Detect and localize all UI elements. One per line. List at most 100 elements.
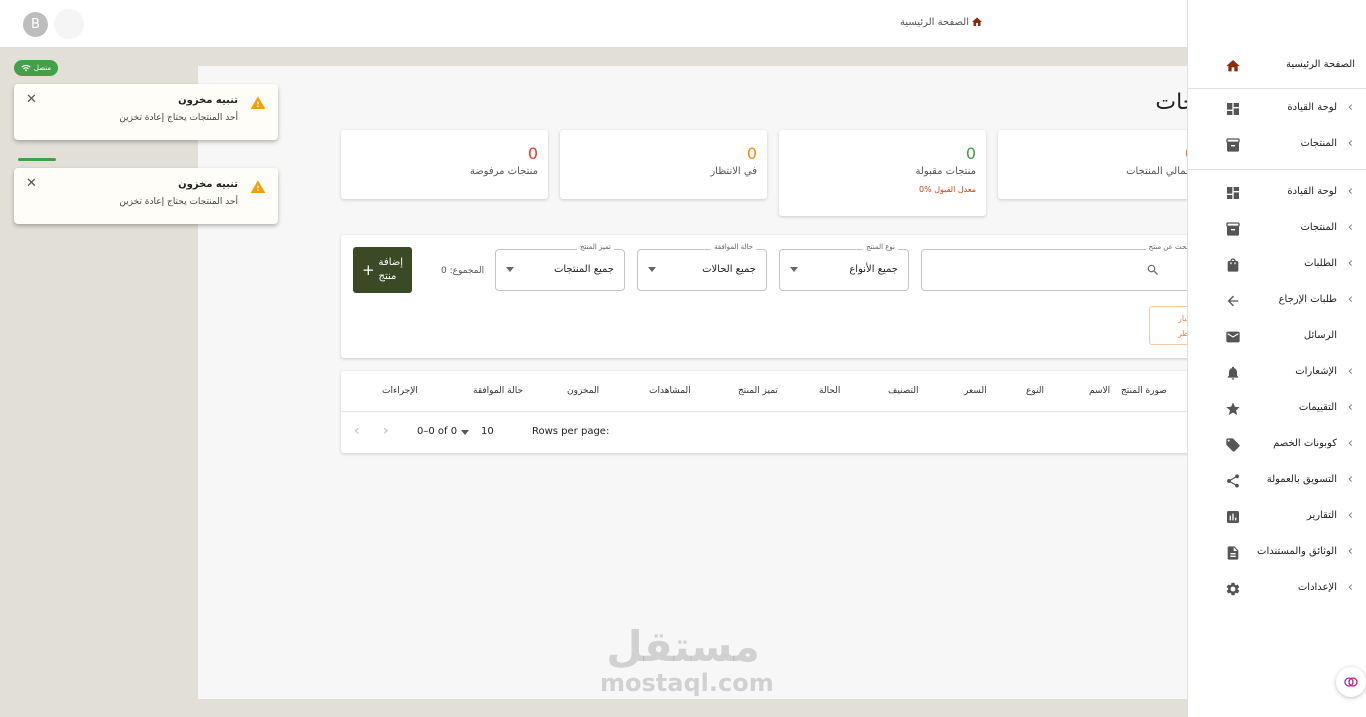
sidebar-item-label: الإشعارات [1295, 366, 1337, 377]
table-header: صورة المنتج الاسم النوع السعر التصنيف ال… [341, 371, 1187, 412]
return-icon [1224, 292, 1242, 310]
sidebar-item-home[interactable]: الصفحة الرئيسية [1188, 48, 1366, 84]
sidebar-item-dashboard[interactable]: لوحة القيادة ‹ [1188, 175, 1366, 211]
chevron-left-icon: ‹ [1347, 100, 1353, 115]
sidebar-item-messages[interactable]: الرسائل [1188, 319, 1366, 355]
dashboard-icon [1224, 100, 1242, 118]
stat-value: 0 [965, 144, 976, 163]
column-header[interactable]: حالة الموافقة [473, 386, 523, 396]
column-header[interactable]: الإجراءات [382, 386, 418, 396]
ban-test-button[interactable]: اختبارالحظر [1149, 306, 1187, 345]
sidebar-item-orders[interactable]: الطلبات ‹ [1188, 247, 1366, 283]
previous-page-icon[interactable]: ‹ [354, 423, 360, 439]
sidebar-item-returns[interactable]: طلبات الإرجاع ‹ [1188, 283, 1366, 319]
breadcrumb[interactable]: الصفحة الرئيسية [900, 16, 983, 28]
rows-per-page-select[interactable]: 10 [461, 426, 523, 437]
divider [1188, 169, 1366, 170]
sidebar-item-reviews[interactable]: التقييمات ‹ [1188, 391, 1366, 427]
column-header[interactable]: الاسم [1089, 386, 1110, 396]
column-header[interactable]: المشاهدات [649, 386, 691, 396]
chevron-down-icon [461, 430, 469, 435]
close-icon[interactable]: ✕ [26, 176, 37, 191]
sidebar: الصفحة الرئيسية لوحة القيادة ‹ المنتجات … [1187, 0, 1366, 717]
sidebar-item-label: المنتجات [1300, 138, 1337, 149]
column-header[interactable]: الحالة [819, 386, 840, 396]
next-page-icon[interactable]: › [383, 423, 389, 439]
sidebar-item-affiliate[interactable]: التسويق بالعمولة ‹ [1188, 463, 1366, 499]
stat-label: في الانتظار [710, 166, 757, 177]
chart-icon [1224, 508, 1242, 526]
bag-icon [1224, 256, 1242, 274]
mail-icon [1224, 328, 1242, 346]
chevron-left-icon: ‹ [1347, 472, 1353, 487]
sidebar-item-label: كوبونات الخصم [1273, 438, 1337, 449]
sidebar-item-dashboard[interactable]: لوحة القيادة ‹ [1188, 91, 1366, 127]
icon-button[interactable] [54, 9, 84, 39]
watermark-latin: mostaql.com [600, 669, 774, 697]
stat-value: 0 [527, 144, 538, 163]
chevron-left-icon: ‹ [1347, 580, 1353, 595]
close-icon[interactable]: ✕ [26, 92, 37, 107]
chevron-left-icon: ‹ [1347, 400, 1353, 415]
stat-label: إجمالي المنتجات [1126, 166, 1187, 177]
search-input[interactable]: ابحث عن منتج... [921, 243, 1187, 291]
type-select[interactable]: نوع المنتج جميع الأنواع [779, 243, 909, 291]
stock-alert-toast: تنبيه مخزون أحد المنتجات يحتاج إعادة تخز… [14, 168, 278, 224]
archive-icon [1224, 136, 1242, 154]
sidebar-item-settings[interactable]: الإعدادات ‹ [1188, 571, 1366, 607]
sidebar-item-coupons[interactable]: كوبونات الخصم ‹ [1188, 427, 1366, 463]
feature-select[interactable]: تميز المنتج جميع المنتجات [495, 243, 625, 291]
sidebar-item-label: التسويق بالعمولة [1266, 474, 1337, 485]
archive-icon [1224, 220, 1242, 238]
warning-icon [250, 95, 266, 115]
sidebar-item-products[interactable]: المنتجات ‹ [1188, 127, 1366, 163]
document-icon [1224, 544, 1242, 562]
chevron-left-icon: ‹ [1347, 184, 1353, 199]
chevron-left-icon: ‹ [1347, 220, 1353, 235]
dashboard-icon [1224, 184, 1242, 202]
toast-title: تنبيه مخزون [178, 95, 238, 106]
toast-message: أحد المنتجات يحتاج إعادة تخزين [119, 113, 238, 123]
sidebar-item-label: لوحة القيادة [1287, 186, 1337, 197]
share-icon [1224, 472, 1242, 490]
table-pagination: Rows per page: 10 0–0 of 0 › ‹ [341, 413, 1187, 453]
status-select-label: حالة الموافقة [711, 243, 756, 251]
stat-card-total: 0 إجمالي المنتجات [998, 130, 1187, 199]
sidebar-item-documents[interactable]: الوثائق والمستندات ‹ [1188, 535, 1366, 571]
sidebar-item-label: الوثائق والمستندات [1257, 546, 1337, 557]
add-product-button[interactable]: + إضافة منتج [353, 247, 412, 293]
wifi-icon [21, 64, 31, 72]
stock-alert-toast: تنبيه مخزون أحد المنتجات يحتاج إعادة تخز… [14, 84, 278, 140]
column-header[interactable]: السعر [964, 386, 987, 396]
stat-card-pending: 0 في الانتظار [560, 130, 767, 199]
filters-panel: ابحث عن منتج... نوع المنتج جميع الأنواع … [341, 235, 1187, 358]
watermark-arabic: مستقل [606, 622, 760, 671]
column-header[interactable]: النوع [1026, 386, 1044, 396]
stat-label: منتجات مقبولة [915, 166, 977, 177]
add-product-label: إضافة منتج [378, 257, 404, 282]
column-header[interactable]: التصنيف [888, 386, 919, 396]
search-label: ابحث عن منتج... [1145, 243, 1187, 251]
plus-icon: + [361, 261, 375, 279]
stat-value: 0 [746, 144, 757, 163]
sidebar-item-label: لوحة القيادة [1287, 102, 1337, 113]
sidebar-item-reports[interactable]: التقارير ‹ [1188, 499, 1366, 535]
tag-icon [1224, 436, 1242, 454]
connection-badge: متصل [14, 60, 58, 76]
stat-card-rejected: 0 منتجات مرفوضة [341, 130, 548, 199]
column-header[interactable]: تميز المنتج [738, 386, 778, 396]
sidebar-item-label: طلبات الإرجاع [1278, 294, 1337, 305]
bell-icon [1224, 364, 1242, 382]
sidebar-item-products[interactable]: المنتجات ‹ [1188, 211, 1366, 247]
column-header[interactable]: المخزون [567, 386, 599, 396]
top-bar: B الصفحة الرئيسية [0, 0, 1187, 48]
column-header[interactable]: صورة المنتج [1121, 386, 1167, 396]
star-icon [1224, 400, 1242, 418]
brain-icon [1344, 677, 1358, 687]
assistant-button[interactable] [1336, 667, 1366, 697]
avatar[interactable]: B [23, 12, 48, 37]
chevron-down-icon [648, 267, 656, 272]
warning-icon [250, 179, 266, 199]
sidebar-item-notifications[interactable]: الإشعارات ‹ [1188, 355, 1366, 391]
status-select[interactable]: حالة الموافقة جميع الحالات [637, 243, 767, 291]
